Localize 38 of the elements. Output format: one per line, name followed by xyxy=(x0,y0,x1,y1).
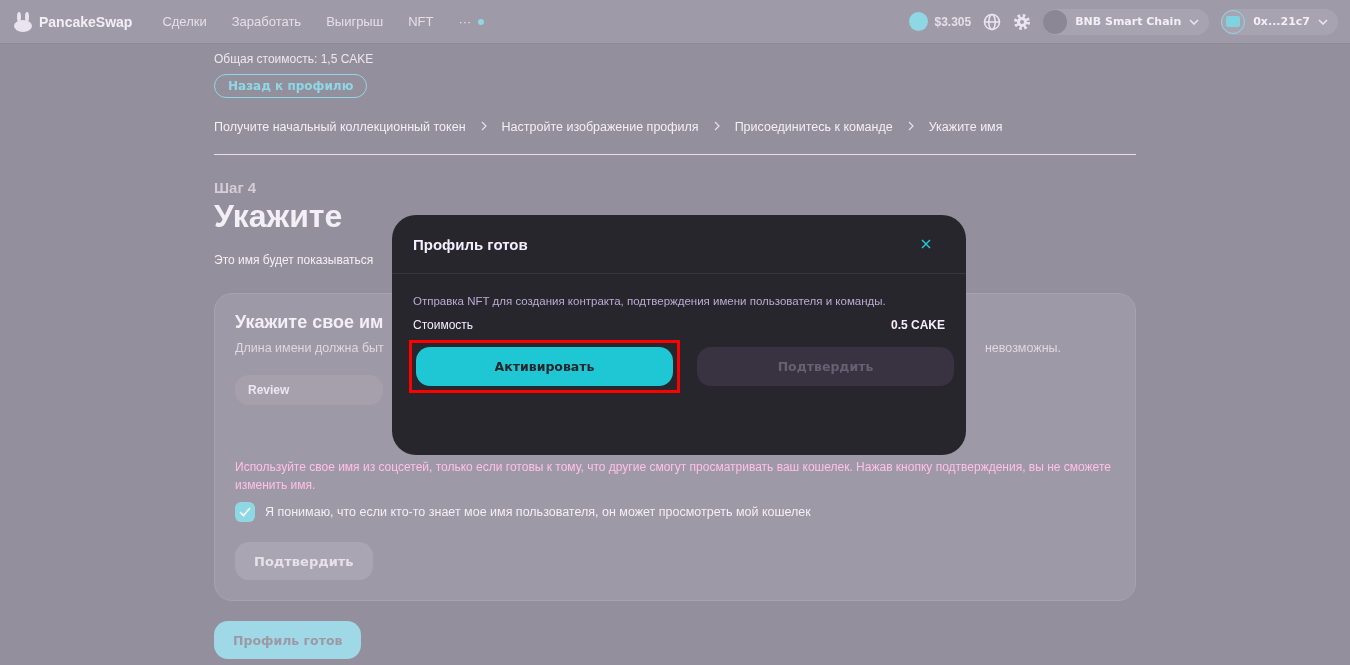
check-icon xyxy=(239,507,251,517)
name-input-field[interactable]: Review xyxy=(235,375,383,405)
breadcrumb-step[interactable]: Настройте изображение профиля xyxy=(501,120,699,134)
cost-label: Стоимость xyxy=(413,318,474,332)
nav-link[interactable]: NFT xyxy=(408,14,434,29)
card-description: невозможны. xyxy=(984,341,1061,355)
consent-label: Я понимаю, что если кто-то знает мое имя пользователя, он может просмотреть мой кошелек xyxy=(265,505,811,519)
checkbox[interactable] xyxy=(235,502,255,522)
warning-text: Используйте свое имя из соцсетей, только если готовы к тому, что другие смогут просматривать ваш кошелек. Нажав кнопку подтверждения, вы не сможете изменить имя. xyxy=(235,459,1112,494)
bunny-logo-icon xyxy=(12,10,34,33)
step-label: Шаг 4 xyxy=(214,179,257,196)
breadcrumb-step[interactable]: Присоединитесь к команде xyxy=(734,120,893,134)
breadcrumb-step[interactable]: Получите начальный коллекционный токен xyxy=(214,120,466,134)
notification-dot xyxy=(478,18,485,25)
page-heading: Укажите xyxy=(214,198,343,235)
nav-link[interactable]: Сделки xyxy=(162,14,207,29)
nav-link[interactable]: Заработать xyxy=(231,14,302,29)
chevron-down-icon xyxy=(1189,18,1200,25)
chevron-down-icon xyxy=(1318,18,1328,25)
card-title: Укажите свое им xyxy=(235,312,384,333)
cake-price: $3.305 xyxy=(934,14,972,29)
modal-title: Профиль готов xyxy=(413,235,528,253)
logo-text[interactable]: PancakeSwap xyxy=(39,13,133,30)
intro-text: Это имя будет показываться xyxy=(214,253,374,267)
nav-link[interactable]: Выигрыш xyxy=(326,14,384,29)
settings-icon[interactable] xyxy=(1013,12,1032,31)
card-description: Длина имени должна быт xyxy=(235,341,384,355)
globe-icon[interactable] xyxy=(983,12,1002,31)
wallet-button[interactable]: 0x...21c7 xyxy=(1221,8,1338,35)
network-selector[interactable]: BNB Smart Chain xyxy=(1043,8,1210,35)
close-icon[interactable] xyxy=(921,239,931,249)
profile-ready-button[interactable]: Профиль готов xyxy=(214,621,362,659)
nav-link[interactable]: ··· xyxy=(458,14,472,29)
breadcrumb-step[interactable]: Укажите имя xyxy=(928,120,1003,134)
cost-value: 0.5 CAKE xyxy=(890,318,945,332)
modal-text: Отправка NFT для создания контракта, подтверждения имени пользователя и команды. xyxy=(413,295,887,307)
activate-button[interactable]: Активировать xyxy=(416,347,673,386)
total-cost: Общая стоимость: 1,5 CAKE xyxy=(214,52,374,66)
